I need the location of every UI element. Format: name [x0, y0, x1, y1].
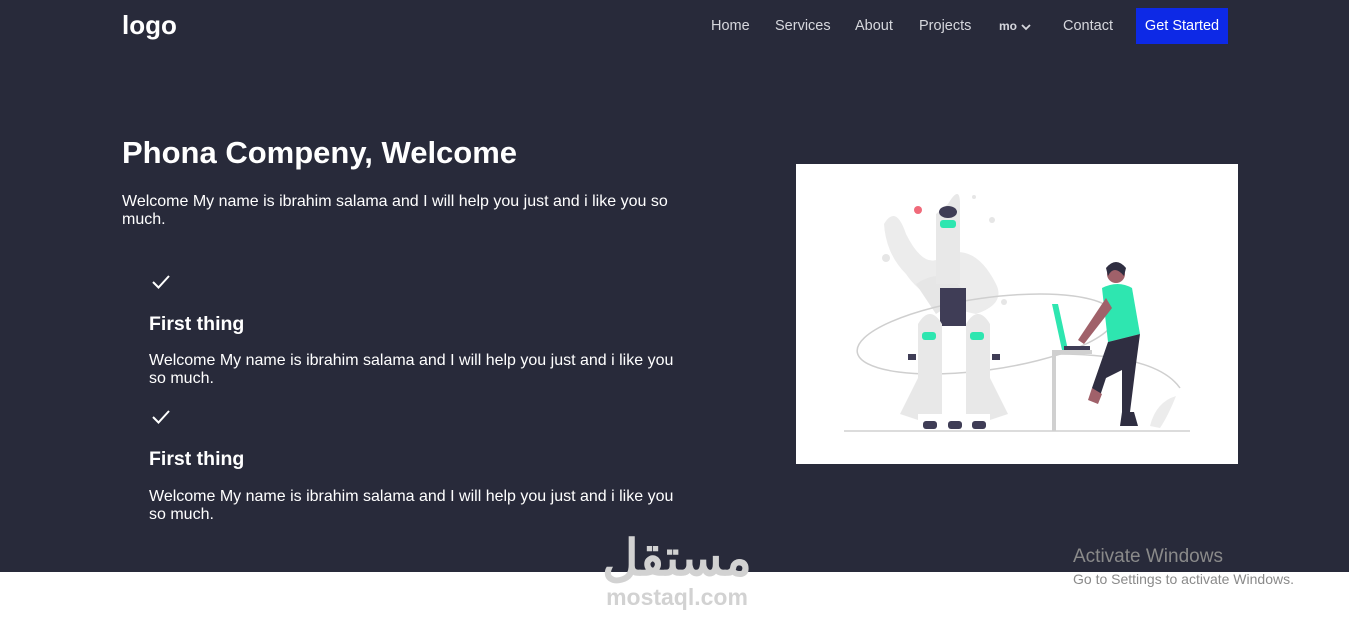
nav-dropdown-label: mo [999, 19, 1017, 33]
watermark-arabic: مستقل [602, 530, 752, 586]
feature-text: Welcome My name is ibrahim salama and I … [149, 352, 674, 387]
nav-projects[interactable]: Projects [919, 8, 971, 44]
nav-home[interactable]: Home [711, 8, 750, 44]
main-nav: Home Services About Projects mo Contact … [0, 8, 1349, 44]
nav-about[interactable]: About [855, 8, 893, 44]
check-icon [152, 410, 170, 424]
nav-dropdown[interactable]: mo [999, 8, 1031, 44]
mostaql-watermark: مستقل mostaql.com [592, 530, 762, 614]
activate-windows-overlay: Activate Windows Go to Settings to activ… [1073, 546, 1294, 588]
rocket-launch-illustration [844, 194, 1190, 432]
nav-contact[interactable]: Contact [1063, 8, 1113, 44]
feature-text: Welcome My name is ibrahim salama and I … [149, 488, 674, 523]
nav-services[interactable]: Services [775, 8, 831, 44]
get-started-button[interactable]: Get Started [1136, 8, 1228, 44]
hero-illustration [796, 164, 1238, 464]
chevron-down-icon [1021, 23, 1031, 30]
activate-windows-title: Activate Windows [1073, 546, 1223, 567]
feature-title: First thing [149, 448, 245, 470]
feature-title: First thing [149, 313, 245, 335]
watermark-latin: mostaql.com [606, 584, 748, 610]
check-icon [152, 275, 170, 289]
hero-title: Phona Compeny, Welcome [122, 135, 518, 170]
hero-text: Welcome My name is ibrahim salama and I … [122, 193, 668, 228]
activate-windows-subtitle: Go to Settings to activate Windows. [1073, 571, 1294, 587]
